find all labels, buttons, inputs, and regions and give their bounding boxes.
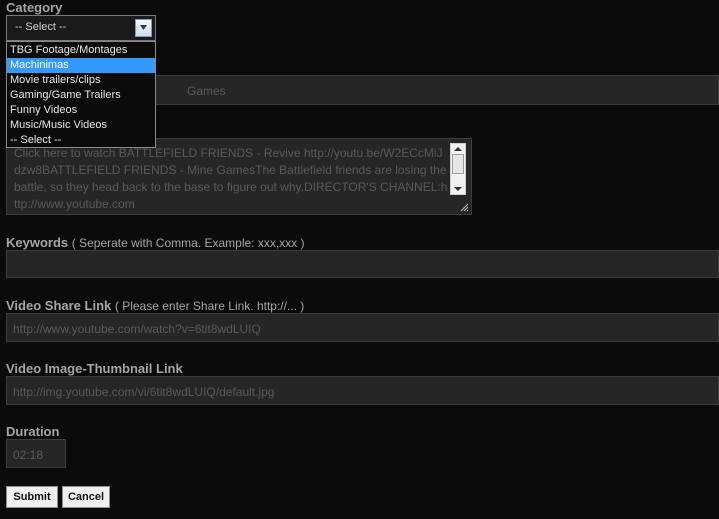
resize-grip-icon[interactable] — [459, 202, 469, 212]
submit-button[interactable]: Submit — [6, 486, 58, 508]
description-scrollbar[interactable] — [450, 143, 466, 195]
scroll-thumb[interactable] — [452, 154, 464, 174]
keywords-label: Keywords ( Seperate with Comma. Example:… — [6, 235, 305, 250]
duration-input[interactable]: 02:18 — [6, 439, 66, 468]
title-field-value: Games — [187, 84, 226, 98]
thumbnail-link-label: Video Image-Thumbnail Link — [6, 361, 183, 376]
scroll-up-icon[interactable] — [454, 147, 462, 151]
video-upload-form: Category -- Select -- TBG Footage/Montag… — [0, 0, 719, 519]
keywords-label-text: Keywords — [6, 235, 69, 250]
category-dropdown-list: TBG Footage/Montages Machinimas Movie tr… — [6, 41, 156, 148]
category-option-movie-trailers[interactable]: Movie trailers/clips — [7, 73, 155, 88]
chevron-down-icon — [140, 25, 147, 30]
duration-input-value: 02:18 — [13, 448, 44, 462]
category-option-gaming-trailers[interactable]: Gaming/Game Trailers — [7, 88, 155, 103]
category-option-tbg-footage[interactable]: TBG Footage/Montages — [7, 43, 155, 58]
category-select[interactable]: -- Select -- — [6, 15, 156, 41]
thumbnail-link-input-value: http://img.youtube.com/vi/6tit8wdLUIQ/de… — [13, 385, 275, 399]
category-label: Category — [6, 0, 63, 15]
description-text: Click here to watch BATTLEFIELD FRIENDS … — [14, 146, 448, 211]
keywords-input[interactable] — [6, 250, 719, 278]
share-link-label-text: Video Share Link — [6, 298, 112, 313]
cancel-button[interactable]: Cancel — [62, 486, 110, 508]
category-option-funny-videos[interactable]: Funny Videos — [7, 103, 155, 118]
category-option-select[interactable]: -- Select -- — [7, 133, 155, 148]
share-link-input[interactable]: http://www.youtube.com/watch?v=6tit8wdLU… — [6, 313, 719, 342]
description-textarea[interactable]: Click here to watch BATTLEFIELD FRIENDS … — [6, 138, 472, 215]
category-select-value: -- Select -- — [15, 21, 67, 33]
dropdown-arrow-button[interactable] — [135, 19, 152, 37]
share-link-input-value: http://www.youtube.com/watch?v=6tit8wdLU… — [13, 322, 261, 336]
thumbnail-link-input[interactable]: http://img.youtube.com/vi/6tit8wdLUIQ/de… — [6, 376, 719, 405]
share-link-label: Video Share Link ( Please enter Share Li… — [6, 298, 304, 313]
category-option-machinimas[interactable]: Machinimas — [7, 58, 155, 73]
duration-label: Duration — [6, 424, 60, 439]
share-link-hint: ( Please enter Share Link. http://... ) — [114, 299, 305, 313]
category-option-music-videos[interactable]: Music/Music Videos — [7, 118, 155, 133]
scroll-down-icon[interactable] — [454, 187, 462, 191]
keywords-hint: ( Seperate with Comma. Example: xxx,xxx … — [71, 236, 305, 250]
